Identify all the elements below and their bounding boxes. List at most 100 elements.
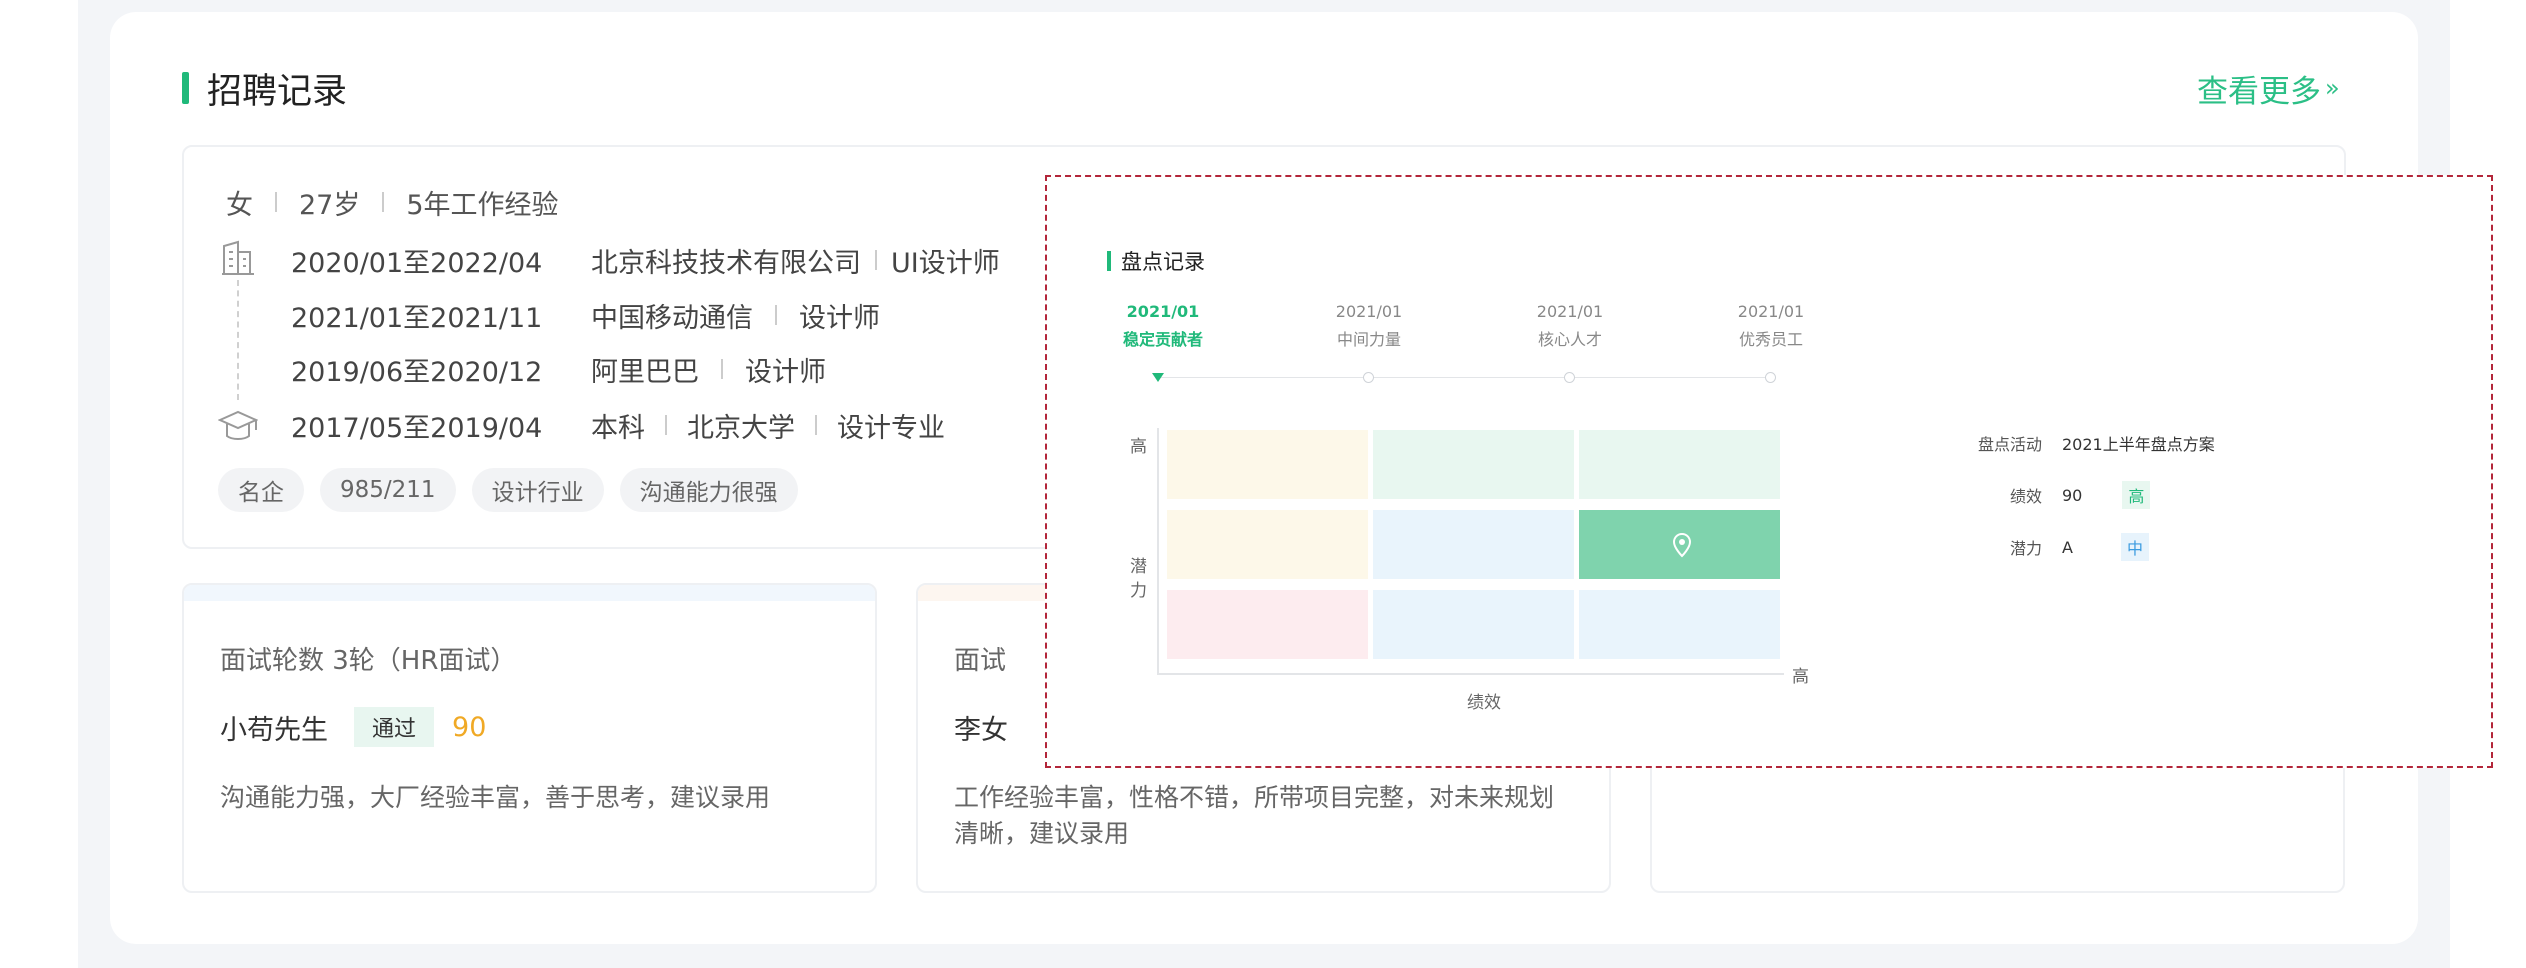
interviewer-row: 小苟先生 通过 90 (220, 705, 486, 749)
tag: 沟通能力很强 (619, 468, 798, 512)
divider (275, 192, 277, 212)
divider (721, 359, 723, 379)
nine-box-cell[interactable] (1373, 590, 1574, 659)
detail-value: 90 (2062, 485, 2083, 505)
detail-value: 2021上半年盘点方案 (2062, 435, 2215, 454)
work-role: 设计师 (745, 356, 826, 388)
result-badge: 通过 (354, 707, 435, 747)
potential-badge: 中 (2120, 533, 2149, 561)
candidate-age: 27岁 (299, 189, 361, 221)
timeline-active-marker-icon (1152, 373, 1164, 382)
nine-box-cell[interactable] (1373, 510, 1574, 579)
candidate-gender: 女 (226, 189, 253, 221)
candidate-tags: 名企 985/211 设计行业 沟通能力很强 (218, 468, 798, 512)
interview-comment: 沟通能力强，大厂经验丰富，善于思考，建议录用 (220, 783, 771, 812)
nine-box-cell[interactable] (1167, 430, 1368, 499)
timeline-label: 稳定贡献者 (1122, 330, 1203, 349)
divider (665, 415, 667, 435)
view-more-label: 查看更多 (2197, 73, 2321, 110)
interview-comment: 工作经验丰富，性格不错，所带项目完整，对未来规划清晰，建议录用 (954, 783, 1555, 848)
timeline-label: 中间力量 (1336, 330, 1401, 349)
timeline-date: 2021/01 (1737, 302, 1805, 321)
nine-box-cell[interactable] (1167, 590, 1368, 659)
detail-row-activity: 盘点活动 2021上半年盘点方案 (1962, 428, 2215, 458)
tag: 设计行业 (471, 468, 604, 512)
tag: 985/211 (320, 468, 456, 512)
timeline-connector (237, 280, 239, 400)
divider (775, 305, 777, 325)
inventory-accent-bar (1107, 251, 1111, 271)
timeline-date: 2021/01 (1126, 302, 1200, 321)
nine-box-cell[interactable] (1579, 590, 1780, 659)
timeline-dot (1363, 372, 1374, 383)
y-axis (1157, 428, 1159, 674)
timeline-dot (1564, 372, 1575, 383)
interview-rounds: 面试轮数 3轮（HR面试） (220, 646, 517, 676)
work-date: 2019/06至2020/12 (291, 356, 543, 388)
inventory-header: 盘点记录 (1107, 246, 1205, 276)
x-axis-high-label: 高 (1792, 667, 1809, 687)
timeline-track (1157, 377, 1774, 378)
inventory-title: 盘点记录 (1121, 250, 1205, 274)
timeline-item-core-talent[interactable]: 2021/01 核心人才 (1490, 298, 1650, 354)
work-history-row: 2021/01至2021/11 中国移动通信 设计师 (291, 293, 880, 337)
detail-value: A (2062, 537, 2073, 557)
interviewer-row: 李女 (954, 705, 1008, 749)
graduation-cap-icon (218, 410, 258, 440)
detail-label: 盘点活动 (1977, 435, 2042, 454)
tag: 名企 (218, 468, 304, 512)
divider (875, 250, 877, 270)
double-chevron-right-icon: » (2325, 74, 2340, 102)
work-date: 2020/01至2022/04 (291, 247, 543, 279)
interview-rounds: 面试 (954, 646, 1007, 676)
education-row: 2017/05至2019/04 本科 北京大学 设计专业 (291, 403, 945, 447)
timeline-label: 核心人才 (1537, 330, 1602, 349)
timeline-item-stable-contributor[interactable]: 2021/01 稳定贡献者 (1083, 298, 1243, 354)
timeline-item-excellent-employee[interactable]: 2021/01 优秀员工 (1691, 298, 1851, 354)
work-history-row: 2020/01至2022/04 北京科技技术有限公司 UI设计师 (291, 238, 1000, 282)
performance-badge: 高 (2122, 481, 2151, 509)
timeline-date: 2021/01 (1536, 302, 1604, 321)
section-header: 招聘记录 (182, 64, 347, 112)
interviewer-name: 小苟先生 (220, 714, 328, 746)
y-axis-label: 潜 (1130, 557, 1147, 577)
nine-box-cell[interactable] (1167, 510, 1368, 579)
detail-row-performance: 绩效 90 高 (1962, 480, 2151, 510)
education-school: 北京大学 (687, 412, 795, 444)
work-role: 设计师 (799, 302, 880, 334)
divider (815, 415, 817, 435)
candidate-experience: 5年工作经验 (406, 189, 559, 221)
detail-row-potential: 潜力 A 中 (1962, 532, 2149, 562)
card-stripe (184, 585, 875, 601)
education-major: 设计专业 (837, 412, 945, 444)
x-axis-label: 绩效 (1467, 693, 1501, 713)
divider (382, 192, 385, 212)
timeline-label: 优秀员工 (1738, 330, 1803, 349)
view-more-link[interactable]: 查看更多 » (2197, 64, 2340, 112)
work-history-row: 2019/06至2020/12 阿里巴巴 设计师 (291, 347, 826, 391)
timeline-item-middle-force[interactable]: 2021/01 中间力量 (1289, 298, 1449, 354)
detail-label: 绩效 (2009, 487, 2042, 506)
work-role: UI设计师 (891, 247, 1000, 279)
work-company: 中国移动通信 (591, 302, 753, 334)
location-pin-icon (1672, 532, 1692, 558)
section-accent-bar (182, 72, 189, 104)
nine-box-cell[interactable] (1579, 430, 1780, 499)
section-title: 招聘记录 (207, 71, 348, 112)
interview-card[interactable]: 面试轮数 3轮（HR面试） 小苟先生 通过 90 沟通能力强，大厂经验丰富，善于… (182, 583, 877, 893)
detail-label: 潜力 (2009, 539, 2042, 558)
y-axis-high-label: 高 (1130, 437, 1147, 457)
work-date: 2021/01至2021/11 (291, 302, 543, 334)
x-axis (1157, 673, 1784, 675)
education-date: 2017/05至2019/04 (291, 412, 543, 444)
candidate-meta: 女 27岁 5年工作经验 (226, 180, 559, 224)
building-icon (222, 240, 254, 275)
interviewer-name: 李女 (954, 714, 1008, 746)
y-axis-label: 力 (1130, 581, 1147, 601)
education-degree: 本科 (591, 412, 645, 444)
nine-box-cell[interactable] (1373, 430, 1574, 499)
work-company: 阿里巴巴 (591, 356, 699, 388)
work-company: 北京科技技术有限公司 (591, 247, 861, 279)
interview-score: 90 (452, 711, 487, 743)
timeline-date: 2021/01 (1335, 302, 1403, 321)
